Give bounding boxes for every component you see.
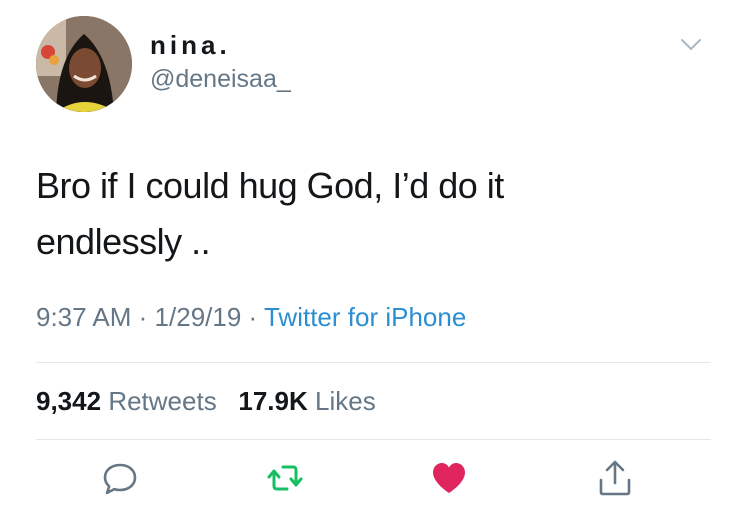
retweets-stat[interactable]: 9,342 Retweets	[36, 386, 224, 416]
display-name[interactable]: nina.	[150, 30, 231, 60]
tweet-source-link[interactable]: Twitter for iPhone	[264, 302, 466, 332]
likes-count: 17.9K	[238, 386, 308, 416]
likes-label: Likes	[315, 386, 376, 416]
share-icon[interactable]	[595, 458, 635, 498]
retweets-label: Retweets	[108, 386, 217, 416]
meta-separator: ·	[138, 302, 148, 332]
tweet-text-line-1: Bro if I could hug God, I’d do it	[36, 165, 504, 206]
meta-separator: ·	[248, 302, 258, 332]
tweet-time[interactable]: 9:37 AM	[36, 302, 131, 332]
avatar-photo	[36, 16, 132, 112]
tweet-text: Bro if I could hug God, I’d do it endles…	[36, 158, 696, 270]
reply-icon[interactable]	[100, 458, 140, 498]
divider	[36, 439, 711, 440]
heart-icon[interactable]	[429, 458, 469, 498]
tweet-stats: 9,342 Retweets 17.9K Likes	[36, 384, 376, 418]
divider	[36, 362, 711, 363]
avatar[interactable]	[36, 16, 132, 112]
tweet-meta: 9:37 AM · 1/29/19 · Twitter for iPhone	[36, 300, 466, 334]
retweet-icon[interactable]	[265, 458, 305, 498]
tweet-date[interactable]: 1/29/19	[155, 302, 242, 332]
tweet-text-line-2: endlessly ..	[36, 221, 211, 262]
retweets-count: 9,342	[36, 386, 102, 416]
user-handle[interactable]: @deneisaa_	[150, 64, 291, 94]
likes-stat[interactable]: 17.9K Likes	[238, 386, 375, 416]
chevron-down-icon[interactable]	[680, 38, 702, 52]
